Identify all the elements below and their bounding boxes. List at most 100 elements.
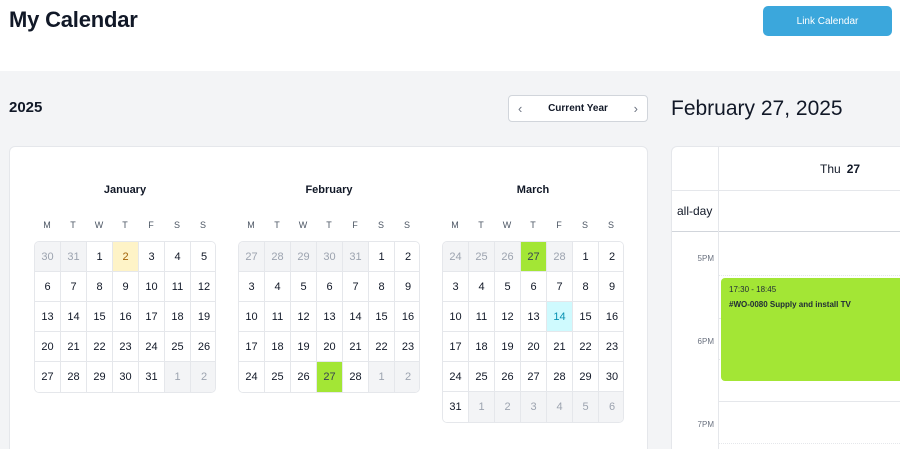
day-cell[interactable]: 20 [35, 332, 61, 362]
day-cell[interactable]: 2 [395, 242, 419, 272]
day-cell[interactable]: 14 [61, 302, 87, 332]
day-cell[interactable]: 4 [165, 242, 191, 272]
day-cell[interactable]: 4 [469, 272, 495, 302]
day-cell[interactable]: 7 [61, 272, 87, 302]
day-cell[interactable]: 2 [395, 362, 419, 392]
day-cell[interactable]: 31 [443, 392, 469, 422]
chevron-left-icon[interactable]: ‹ [518, 102, 522, 115]
day-cell[interactable]: 25 [165, 332, 191, 362]
day-cell[interactable]: 16 [113, 302, 139, 332]
day-cell[interactable]: 24 [139, 332, 165, 362]
day-cell[interactable]: 23 [113, 332, 139, 362]
day-cell[interactable]: 28 [265, 242, 291, 272]
day-cell[interactable]: 1 [369, 242, 395, 272]
day-cell[interactable]: 13 [521, 302, 547, 332]
day-cell[interactable]: 30 [113, 362, 139, 392]
day-cell[interactable]: 1 [369, 362, 395, 392]
day-cell[interactable]: 1 [165, 362, 191, 392]
day-header-label[interactable]: Thu 27 [820, 162, 860, 176]
day-cell[interactable]: 6 [599, 392, 623, 422]
day-cell[interactable]: 8 [87, 272, 113, 302]
day-cell[interactable]: 26 [495, 242, 521, 272]
day-cell[interactable]: 20 [521, 332, 547, 362]
day-cell[interactable]: 31 [61, 242, 87, 272]
day-cell[interactable]: 31 [139, 362, 165, 392]
day-cell[interactable]: 29 [573, 362, 599, 392]
day-cell[interactable]: 28 [343, 362, 369, 392]
day-cell[interactable]: 24 [239, 362, 265, 392]
day-cell[interactable]: 17 [139, 302, 165, 332]
day-cell[interactable]: 23 [395, 332, 419, 362]
day-cell[interactable]: 18 [469, 332, 495, 362]
day-cell[interactable]: 30 [599, 362, 623, 392]
day-cell[interactable]: 15 [369, 302, 395, 332]
day-cell[interactable]: 15 [573, 302, 599, 332]
day-cell[interactable]: 16 [395, 302, 419, 332]
day-cell[interactable]: 29 [87, 362, 113, 392]
day-cell[interactable]: 10 [239, 302, 265, 332]
day-cell[interactable]: 12 [495, 302, 521, 332]
day-cell[interactable]: 12 [191, 272, 215, 302]
day-cell[interactable]: 27 [521, 242, 547, 272]
day-cell[interactable]: 3 [521, 392, 547, 422]
day-cell[interactable]: 9 [113, 272, 139, 302]
day-cell[interactable]: 11 [469, 302, 495, 332]
day-cell[interactable]: 5 [495, 272, 521, 302]
day-cell[interactable]: 7 [343, 272, 369, 302]
all-day-row[interactable]: all-day [672, 191, 900, 232]
day-cell[interactable]: 9 [599, 272, 623, 302]
day-cell[interactable]: 22 [87, 332, 113, 362]
day-cell[interactable]: 14 [547, 302, 573, 332]
day-cell[interactable]: 3 [139, 242, 165, 272]
day-cell[interactable]: 1 [573, 242, 599, 272]
day-cell[interactable]: 5 [573, 392, 599, 422]
day-cell[interactable]: 16 [599, 302, 623, 332]
day-cell[interactable]: 3 [239, 272, 265, 302]
day-cell[interactable]: 11 [165, 272, 191, 302]
day-cell[interactable]: 28 [61, 362, 87, 392]
day-cell[interactable]: 22 [369, 332, 395, 362]
day-cell[interactable]: 25 [469, 242, 495, 272]
day-cell[interactable]: 3 [443, 272, 469, 302]
chevron-right-icon[interactable]: › [634, 102, 638, 115]
day-cell[interactable]: 22 [573, 332, 599, 362]
day-cell[interactable]: 26 [291, 362, 317, 392]
day-cell[interactable]: 14 [343, 302, 369, 332]
day-cell[interactable]: 5 [291, 272, 317, 302]
day-cell[interactable]: 27 [239, 242, 265, 272]
day-cell[interactable]: 2 [495, 392, 521, 422]
day-cell[interactable]: 27 [317, 362, 343, 392]
day-cell[interactable]: 26 [191, 332, 215, 362]
day-cell[interactable]: 10 [443, 302, 469, 332]
day-cell[interactable]: 28 [547, 242, 573, 272]
day-cell[interactable]: 28 [547, 362, 573, 392]
day-cell[interactable]: 27 [521, 362, 547, 392]
day-cell[interactable]: 19 [191, 302, 215, 332]
day-cell[interactable]: 23 [599, 332, 623, 362]
day-cell[interactable]: 27 [35, 362, 61, 392]
day-cell[interactable]: 26 [495, 362, 521, 392]
day-cell[interactable]: 29 [291, 242, 317, 272]
current-year-button[interactable]: Current Year [548, 103, 608, 114]
day-cell[interactable]: 6 [521, 272, 547, 302]
day-cell[interactable]: 30 [317, 242, 343, 272]
day-cell[interactable]: 5 [191, 242, 215, 272]
day-cell[interactable]: 20 [317, 332, 343, 362]
day-cell[interactable]: 25 [469, 362, 495, 392]
day-cell[interactable]: 13 [317, 302, 343, 332]
day-cell[interactable]: 19 [495, 332, 521, 362]
day-cell[interactable]: 2 [113, 242, 139, 272]
day-cell[interactable]: 2 [599, 242, 623, 272]
day-cell[interactable]: 21 [547, 332, 573, 362]
day-cell[interactable]: 18 [265, 332, 291, 362]
day-cell[interactable]: 21 [343, 332, 369, 362]
day-cell[interactable]: 1 [469, 392, 495, 422]
day-cell[interactable]: 9 [395, 272, 419, 302]
day-cell[interactable]: 8 [369, 272, 395, 302]
day-cell[interactable]: 12 [291, 302, 317, 332]
day-cell[interactable]: 8 [573, 272, 599, 302]
day-cell[interactable]: 25 [265, 362, 291, 392]
day-cell[interactable]: 4 [265, 272, 291, 302]
day-cell[interactable]: 24 [443, 362, 469, 392]
day-cell[interactable]: 1 [87, 242, 113, 272]
